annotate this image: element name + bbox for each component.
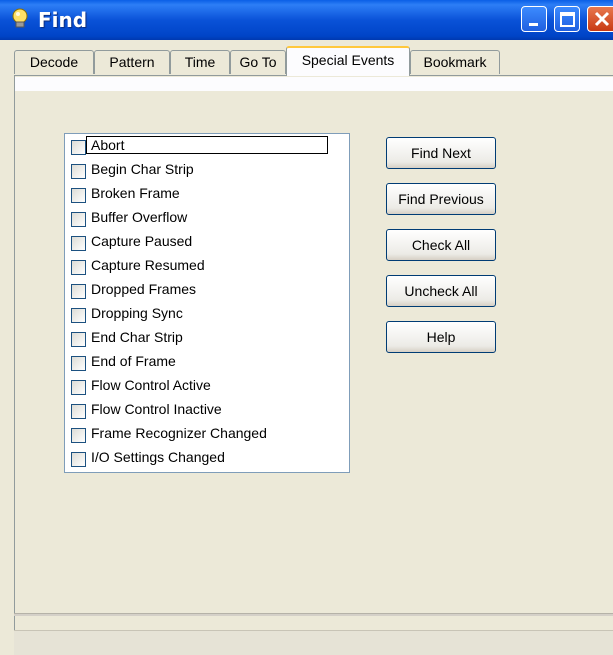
maximize-button[interactable] bbox=[554, 6, 580, 32]
tab-bookmark[interactable]: Bookmark bbox=[410, 50, 500, 74]
event-label: Dropping Sync bbox=[91, 305, 183, 321]
event-label: Begin Char Strip bbox=[91, 161, 194, 177]
lightbulb-icon bbox=[10, 8, 30, 30]
list-item[interactable]: Begin Char Strip bbox=[69, 159, 325, 183]
tab-time[interactable]: Time bbox=[170, 50, 230, 74]
tab-pattern[interactable]: Pattern bbox=[94, 50, 170, 74]
event-checkbox[interactable] bbox=[71, 164, 86, 179]
tab-strip: Decode Pattern Time Go To Special Events… bbox=[14, 46, 613, 76]
list-item[interactable]: End Char Strip bbox=[69, 327, 325, 351]
event-checkbox[interactable] bbox=[71, 284, 86, 299]
event-checkbox[interactable] bbox=[71, 332, 86, 347]
event-label: I/O Settings Changed bbox=[91, 449, 225, 465]
list-item[interactable]: Abort bbox=[69, 135, 328, 159]
list-item[interactable]: Flow Control Active bbox=[69, 375, 325, 399]
event-label: Buffer Overflow bbox=[91, 209, 188, 225]
special-events-list[interactable]: Abort Begin Char Strip Broken Frame Buff… bbox=[64, 133, 350, 473]
list-item[interactable]: Broken Frame bbox=[69, 183, 325, 207]
find-previous-button[interactable]: Find Previous bbox=[386, 183, 496, 215]
event-checkbox[interactable] bbox=[71, 140, 86, 155]
event-label: Abort bbox=[86, 136, 328, 154]
tab-go-to[interactable]: Go To bbox=[230, 50, 286, 74]
status-bar bbox=[14, 630, 613, 655]
tab-special-events[interactable]: Special Events bbox=[286, 46, 410, 76]
event-label: Frame Recognizer Changed bbox=[91, 425, 267, 441]
tab-decode[interactable]: Decode bbox=[14, 50, 94, 74]
event-checkbox[interactable] bbox=[71, 260, 86, 275]
event-checkbox[interactable] bbox=[71, 236, 86, 251]
find-next-button[interactable]: Find Next bbox=[386, 137, 496, 169]
list-item[interactable]: I/O Settings Changed bbox=[69, 447, 325, 471]
event-checkbox[interactable] bbox=[71, 452, 86, 467]
event-checkbox[interactable] bbox=[71, 308, 86, 323]
list-item[interactable]: Buffer Overflow bbox=[69, 207, 325, 231]
find-window: Find Decode Pattern Time Go To Special E… bbox=[0, 0, 613, 655]
event-label: Capture Resumed bbox=[91, 257, 205, 273]
list-item[interactable]: Capture Resumed bbox=[69, 255, 325, 279]
panel-header-strip bbox=[15, 77, 613, 91]
event-checkbox[interactable] bbox=[71, 404, 86, 419]
title-bar[interactable]: Find bbox=[0, 0, 613, 40]
uncheck-all-button[interactable]: Uncheck All bbox=[386, 275, 496, 307]
event-checkbox[interactable] bbox=[71, 188, 86, 203]
event-label: Capture Paused bbox=[91, 233, 193, 249]
event-checkbox[interactable] bbox=[71, 356, 86, 371]
footer-separator bbox=[14, 613, 613, 616]
minimize-button[interactable] bbox=[521, 6, 547, 32]
list-item[interactable]: Flow Control Inactive bbox=[69, 399, 325, 423]
event-checkbox[interactable] bbox=[71, 380, 86, 395]
list-item[interactable]: Dropped Frames bbox=[69, 279, 325, 303]
event-label: Flow Control Active bbox=[91, 377, 211, 393]
check-all-button[interactable]: Check All bbox=[386, 229, 496, 261]
window-title: Find bbox=[38, 8, 88, 32]
event-checkbox[interactable] bbox=[71, 428, 86, 443]
event-checkbox[interactable] bbox=[71, 212, 86, 227]
list-item[interactable]: Dropping Sync bbox=[69, 303, 325, 327]
list-item[interactable]: Capture Paused bbox=[69, 231, 325, 255]
list-item[interactable]: Frame Recognizer Changed bbox=[69, 423, 325, 447]
list-item[interactable]: End of Frame bbox=[69, 351, 325, 375]
event-label: Flow Control Inactive bbox=[91, 401, 222, 417]
event-label: End Char Strip bbox=[91, 329, 183, 345]
event-label: Broken Frame bbox=[91, 185, 180, 201]
close-button[interactable] bbox=[587, 6, 613, 32]
help-button[interactable]: Help bbox=[386, 321, 496, 353]
event-label: End of Frame bbox=[91, 353, 176, 369]
event-label: Dropped Frames bbox=[91, 281, 197, 297]
